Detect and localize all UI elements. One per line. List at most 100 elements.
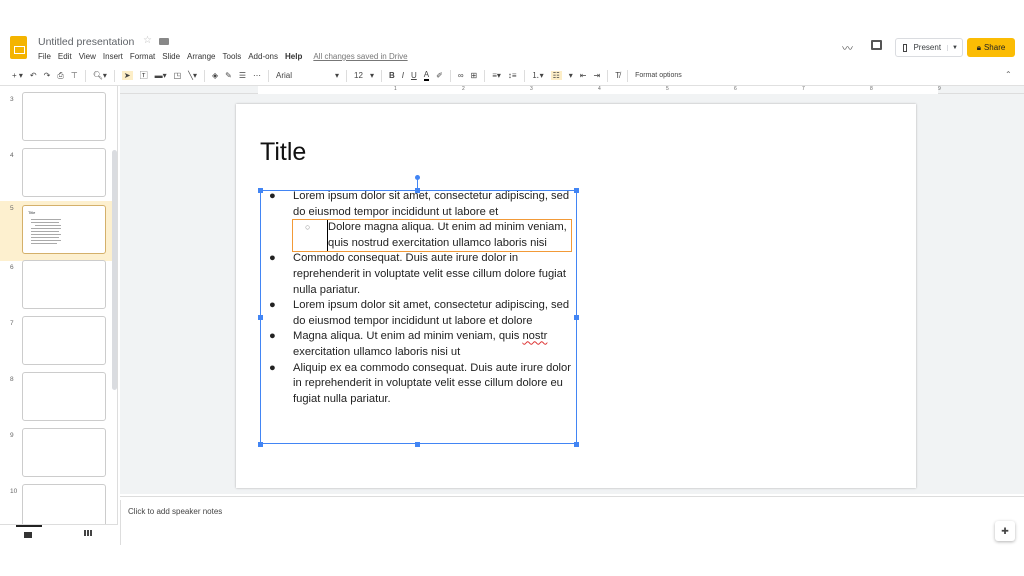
document-title[interactable]: Untitled presentation (38, 36, 134, 48)
folder-icon[interactable] (159, 38, 169, 45)
explore-icon[interactable]: ✚ (995, 521, 1015, 541)
save-status[interactable]: All changes saved in Drive (313, 52, 407, 61)
filmstrip: 3 4 5 Title 6 7 8 9 10 (0, 86, 118, 524)
menu-arrange[interactable]: Arrange (187, 52, 215, 61)
format-options-button[interactable]: Format options (635, 72, 682, 79)
fill-color-icon[interactable]: ◈ (212, 71, 218, 80)
divider (380, 69, 382, 82)
menu-format[interactable]: Format (130, 52, 155, 61)
ruler-number: 5 (666, 86, 669, 92)
bullet-item[interactable]: ● Magna aliqua. Ut enim ad minim veniam, … (267, 329, 577, 360)
bullet-dropdown-icon[interactable]: ▾ (569, 71, 573, 80)
notes-resize-handle[interactable] (120, 496, 1024, 500)
sub-bullet-item[interactable]: ○ Dolore magna aliqua. Ut enim ad minim v… (301, 220, 577, 252)
align-icon[interactable]: ≡▾ (492, 71, 501, 80)
bold-icon[interactable]: B (389, 71, 395, 80)
select-icon[interactable]: ➤ (121, 71, 133, 80)
slide-thumbnail[interactable]: 6 (0, 260, 117, 316)
menu-view[interactable]: View (79, 52, 96, 61)
textbox-icon[interactable]: 🅃 (140, 70, 148, 81)
slide-thumbnail[interactable]: 7 (0, 316, 117, 372)
slide-thumbnail[interactable]: 4 (0, 148, 117, 204)
comments-icon[interactable] (871, 40, 882, 50)
slide-thumbnail-selected[interactable]: 5 Title (0, 201, 117, 261)
grid-view-icon[interactable] (76, 525, 102, 541)
print-icon[interactable]: ⎙ (57, 71, 63, 81)
hollow-bullet-icon: ○ (305, 222, 311, 233)
resize-handle[interactable] (415, 442, 420, 447)
slide-body[interactable]: ● Lorem ipsum dolor sit amet, consectetur… (267, 189, 577, 407)
rotate-handle[interactable] (415, 175, 420, 180)
resize-handle[interactable] (258, 315, 263, 320)
bulleted-list-icon[interactable]: ☷ (550, 71, 562, 80)
increase-indent-icon[interactable]: ⇥ (593, 71, 600, 80)
present-button[interactable]: Present ▼ (895, 38, 963, 57)
slide-thumbnail[interactable]: 8 (0, 372, 117, 428)
comment-add-icon[interactable]: ⊞ (471, 71, 478, 80)
bullet-item[interactable]: ● Aliquip ex ea commodo consequat. Duis a… (267, 361, 577, 408)
decrease-indent-icon[interactable]: ⇤ (580, 71, 587, 80)
link-icon[interactable]: ∞ (458, 71, 464, 80)
menu-addons[interactable]: Add-ons (248, 52, 278, 61)
menu-slide[interactable]: Slide (162, 52, 180, 61)
zoom-icon[interactable]: 🔍︎▾ (93, 71, 107, 80)
clear-formatting-icon[interactable]: T̸ (615, 71, 620, 80)
slide-thumbnail[interactable]: 9 (0, 428, 117, 484)
image-icon[interactable]: ▬▾ (155, 71, 167, 80)
slide-thumbnail[interactable]: 3 (0, 92, 117, 148)
slide-title[interactable]: Title (260, 138, 306, 167)
bullet-item[interactable]: ● Commodo consequat. Duis aute irure dolo… (267, 251, 577, 298)
bullet-text: Aliquip ex ea commodo consequat. Duis au… (293, 361, 571, 405)
resize-handle[interactable] (258, 188, 263, 193)
activity-dashboard-icon[interactable]: 〰 (842, 40, 853, 56)
underline-icon[interactable]: U (411, 71, 417, 80)
share-button[interactable]: 🔒︎ Share (967, 38, 1015, 57)
star-icon[interactable]: ☆ (143, 35, 152, 46)
menu-insert[interactable]: Insert (103, 52, 123, 61)
horizontal-ruler[interactable]: 1 2 3 4 5 6 7 8 9 (120, 86, 1024, 94)
shape-icon[interactable]: ◳ (174, 71, 182, 80)
border-weight-icon[interactable]: ☰ (239, 71, 246, 80)
menu-tools[interactable]: Tools (223, 52, 242, 61)
filmstrip-view-icon[interactable] (16, 525, 42, 541)
line-spacing-icon[interactable]: ↕≡ (508, 71, 517, 80)
speaker-notes-placeholder[interactable]: Click to add speaker notes (128, 507, 222, 516)
highlight-icon[interactable]: ✐ (436, 71, 443, 80)
lock-icon: 🔒︎ (976, 42, 981, 52)
slide-thumbnail[interactable]: 10 (0, 484, 117, 524)
menu-file[interactable]: File (38, 52, 51, 61)
divider (627, 69, 629, 82)
ruler-number: 8 (870, 86, 873, 92)
line-icon[interactable]: ╲▾ (188, 71, 197, 80)
numbered-list-icon[interactable]: ⒈▾ (532, 70, 544, 81)
italic-icon[interactable]: I (402, 71, 404, 80)
collapse-icon[interactable]: ⌃ (1005, 70, 1012, 79)
misspelled-word[interactable]: nostr (522, 330, 547, 342)
vertical-ruler[interactable] (120, 94, 128, 494)
slide-number: 8 (10, 376, 14, 383)
slides-logo[interactable] (10, 36, 27, 59)
menu-edit[interactable]: Edit (58, 52, 72, 61)
font-size-select[interactable]: 12 (354, 71, 363, 80)
view-switcher (0, 524, 118, 545)
border-color-icon[interactable]: ✎ (225, 71, 232, 80)
resize-handle[interactable] (258, 442, 263, 447)
border-dash-icon[interactable]: ⋯ (253, 71, 261, 80)
menu-help[interactable]: Help (285, 52, 302, 61)
redo-icon[interactable]: ↷ (44, 71, 51, 80)
filmstrip-scrollbar[interactable] (112, 150, 117, 390)
paint-format-icon[interactable]: ⊤ (71, 71, 78, 80)
undo-icon[interactable]: ↶ (30, 71, 37, 80)
speaker-notes[interactable] (120, 500, 1024, 545)
font-size-dropdown-icon[interactable]: ▾ (370, 71, 374, 80)
bullet-item[interactable]: ● Lorem ipsum dolor sit amet, consectetur… (267, 189, 577, 220)
font-select[interactable]: Arial (276, 71, 328, 80)
bullet-icon: ● (269, 299, 276, 312)
bullet-item[interactable]: ● Lorem ipsum dolor sit amet, consectetur… (267, 298, 577, 329)
text-color-icon[interactable]: A (423, 70, 430, 81)
resize-handle[interactable] (574, 442, 579, 447)
font-dropdown-icon[interactable]: ▾ (335, 71, 339, 80)
new-slide-button[interactable]: + ▾ (12, 71, 23, 80)
bullet-text: Dolore magna aliqua. Ut enim ad minim ve… (327, 220, 577, 252)
present-dropdown[interactable]: ▼ (947, 44, 962, 51)
